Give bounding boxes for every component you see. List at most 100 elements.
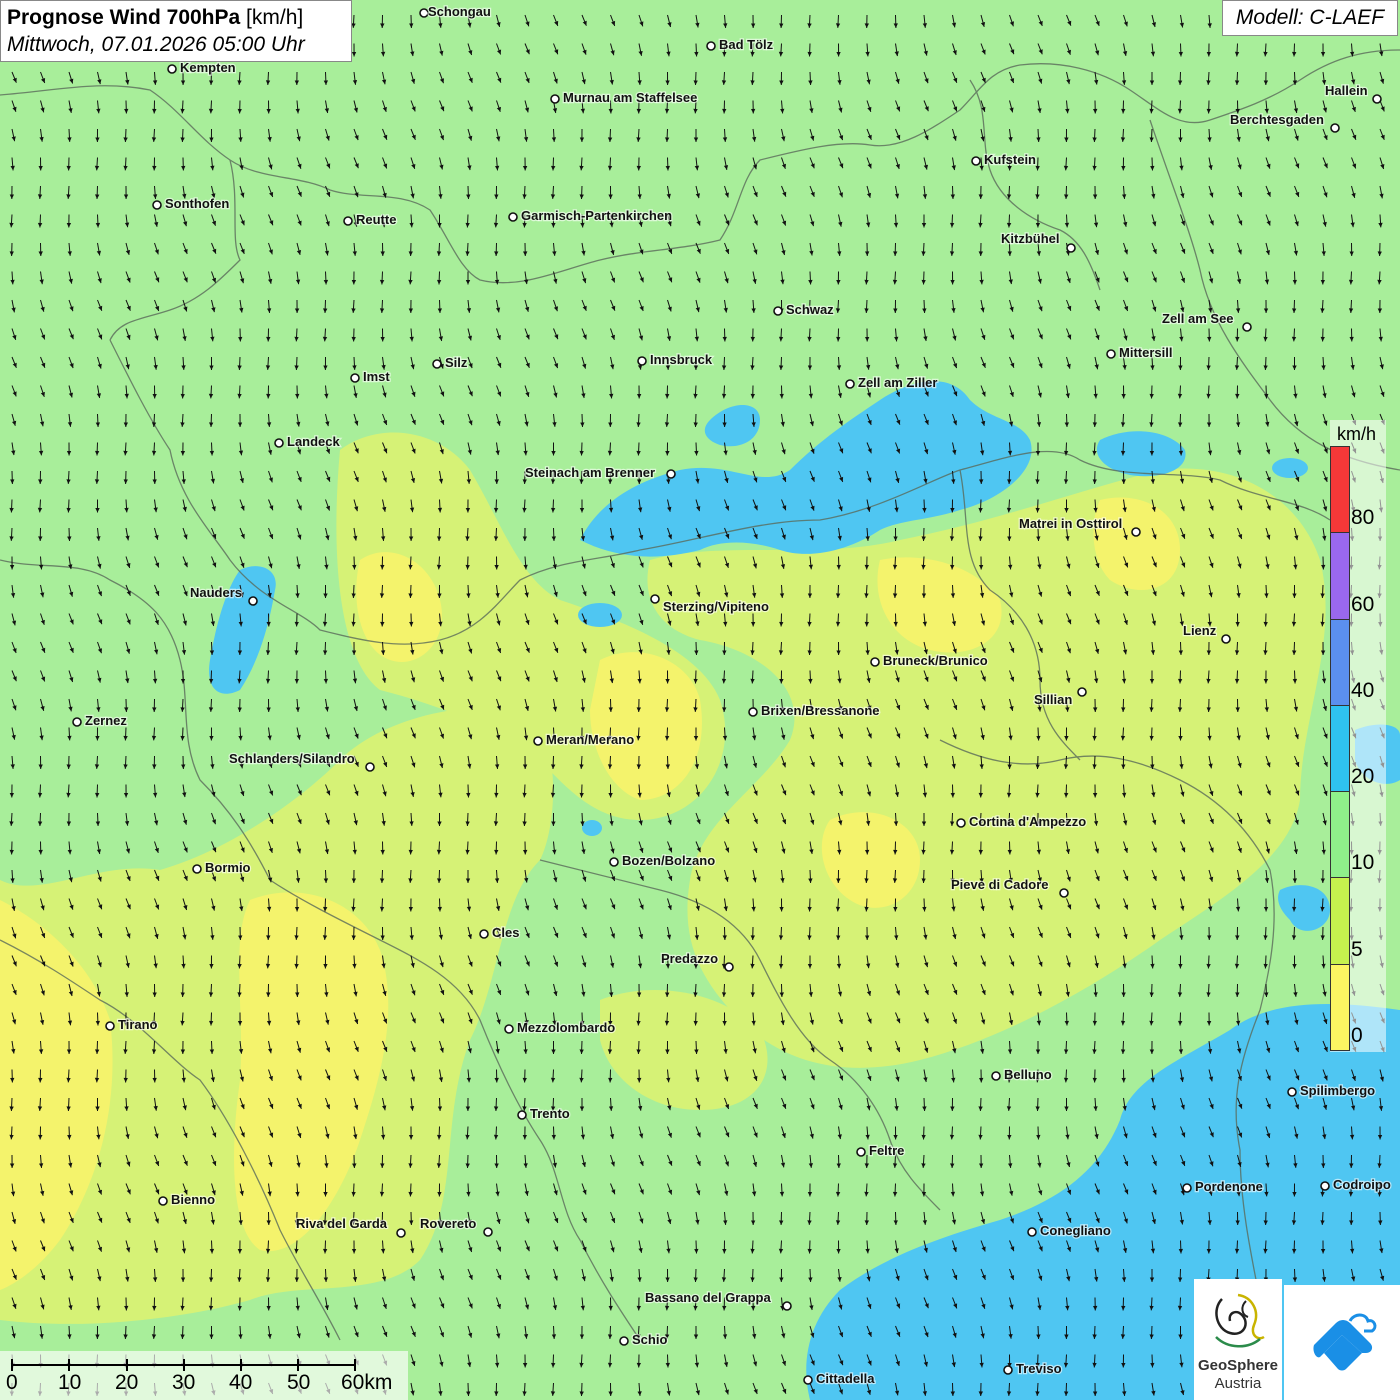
city-marker — [248, 596, 258, 606]
city-label: Spilimbergo — [1300, 1083, 1375, 1098]
city-label: Matrei in Osttirol — [1019, 516, 1122, 531]
scale-bar-label: 10 — [58, 1371, 82, 1394]
city-label: Bienno — [171, 1192, 215, 1207]
city-marker — [1131, 527, 1141, 537]
city-label: Steinach am Brenner — [525, 465, 655, 480]
legend-band — [1330, 618, 1350, 706]
legend-tick-label: 20 — [1351, 765, 1375, 789]
city-marker — [971, 156, 981, 166]
city-marker — [152, 200, 162, 210]
legend-band — [1330, 446, 1350, 534]
scale-bar-label: 0 — [6, 1371, 18, 1394]
city-label: Imst — [363, 369, 390, 384]
city-marker — [666, 469, 676, 479]
city-marker — [1221, 634, 1231, 644]
city-label: Nauders — [190, 585, 242, 600]
legend-unit: km/h — [1337, 424, 1377, 444]
strong-wind-spot-3 — [1272, 458, 1308, 478]
legend-tick-label: 40 — [1351, 678, 1375, 702]
city-marker — [1182, 1183, 1192, 1193]
city-marker — [1330, 123, 1340, 133]
map-title: Prognose Wind 700hPa [km/h] — [7, 4, 345, 31]
legend-tick-label: 5 — [1351, 937, 1363, 961]
cloud-arrow-icon — [1313, 1313, 1377, 1371]
city-marker — [1003, 1365, 1013, 1375]
city-label: Conegliano — [1040, 1223, 1111, 1238]
city-label: Zell am See — [1162, 311, 1234, 326]
city-label: Bruneck/Brunico — [883, 653, 988, 668]
legend-tick-label: 0 — [1351, 1024, 1363, 1047]
city-label: Cles — [492, 925, 519, 940]
title-main: Prognose Wind 700hPa — [7, 6, 241, 29]
city-label: Murnau am Staffelsee — [563, 90, 697, 105]
legend-band — [1330, 532, 1350, 620]
city-marker — [479, 929, 489, 939]
scale-bar-label: 60km — [341, 1371, 393, 1394]
city-marker — [956, 818, 966, 828]
city-label: Hallein — [1325, 83, 1368, 98]
city-marker — [637, 356, 647, 366]
city-label: Sonthofen — [165, 196, 229, 211]
geosphere-country: Austria — [1214, 1375, 1262, 1392]
city-label: Silz — [445, 355, 468, 370]
city-label: Codroipo — [1333, 1177, 1391, 1192]
city-label: Berchtesgaden — [1230, 112, 1324, 127]
city-marker — [650, 594, 660, 604]
city-label: Zernez — [85, 713, 127, 728]
scale-bar-label: 40 — [229, 1371, 253, 1394]
city-label: Landeck — [287, 434, 341, 449]
city-marker — [105, 1021, 115, 1031]
city-marker — [1106, 349, 1116, 359]
city-marker — [419, 8, 429, 18]
city-label: Cortina d'Ampezzo — [969, 814, 1086, 829]
geosphere-name: GeoSphere — [1197, 1357, 1279, 1374]
city-marker — [1066, 243, 1076, 253]
city-label: Mezzolombardo — [517, 1020, 615, 1035]
city-label: Predazzo — [661, 951, 718, 966]
city-label: Bormio — [205, 860, 251, 875]
forecast-time: Mittwoch, 07.01.2026 05:00 Uhr — [7, 33, 305, 56]
city-label: Sillian — [1034, 692, 1072, 707]
city-marker — [533, 736, 543, 746]
city-marker — [609, 857, 619, 867]
city-label: Reutte — [356, 212, 396, 227]
city-label: Meran/Merano — [546, 732, 634, 747]
city-marker — [1320, 1181, 1330, 1191]
app-logo — [1284, 1285, 1400, 1400]
city-marker — [748, 707, 758, 717]
city-marker — [991, 1071, 1001, 1081]
city-label: Innsbruck — [650, 352, 713, 367]
city-marker — [365, 762, 375, 772]
city-marker — [1287, 1087, 1297, 1097]
city-marker — [856, 1147, 866, 1157]
scale-bar-label: 50 — [287, 1371, 311, 1394]
city-marker — [782, 1301, 792, 1311]
city-label: Lienz — [1183, 623, 1217, 638]
city-marker — [517, 1110, 527, 1120]
city-label: Tirano — [118, 1017, 158, 1032]
city-label: Belluno — [1004, 1067, 1052, 1082]
city-label: Cittadella — [816, 1371, 875, 1386]
city-label: Kempten — [180, 60, 236, 75]
city-label: Pordenone — [1195, 1179, 1263, 1194]
city-marker — [870, 657, 880, 667]
title-box: Prognose Wind 700hPa [km/h] Mittwoch, 07… — [0, 0, 352, 62]
wind-forecast-map: SchongauBad TölzKemptenMurnau am Staffel… — [0, 0, 1400, 1400]
city-label: Mittersill — [1119, 345, 1172, 360]
legend-band — [1330, 963, 1350, 1051]
city-marker — [192, 864, 202, 874]
strong-wind-spot-1 — [578, 603, 622, 627]
city-marker — [1242, 322, 1252, 332]
legend-tick-label: 80 — [1351, 506, 1375, 530]
city-marker — [803, 1375, 813, 1385]
city-marker — [504, 1024, 514, 1034]
city-label: Kufstein — [984, 152, 1036, 167]
legend-band — [1330, 704, 1350, 793]
city-label: Treviso — [1016, 1361, 1062, 1376]
scale-bar-label: 20 — [115, 1371, 139, 1394]
city-marker — [1077, 687, 1087, 697]
city-marker — [72, 717, 82, 727]
model-label: Modell: C-LAEF — [1222, 0, 1398, 36]
city-marker — [550, 94, 560, 104]
city-marker — [508, 212, 518, 222]
